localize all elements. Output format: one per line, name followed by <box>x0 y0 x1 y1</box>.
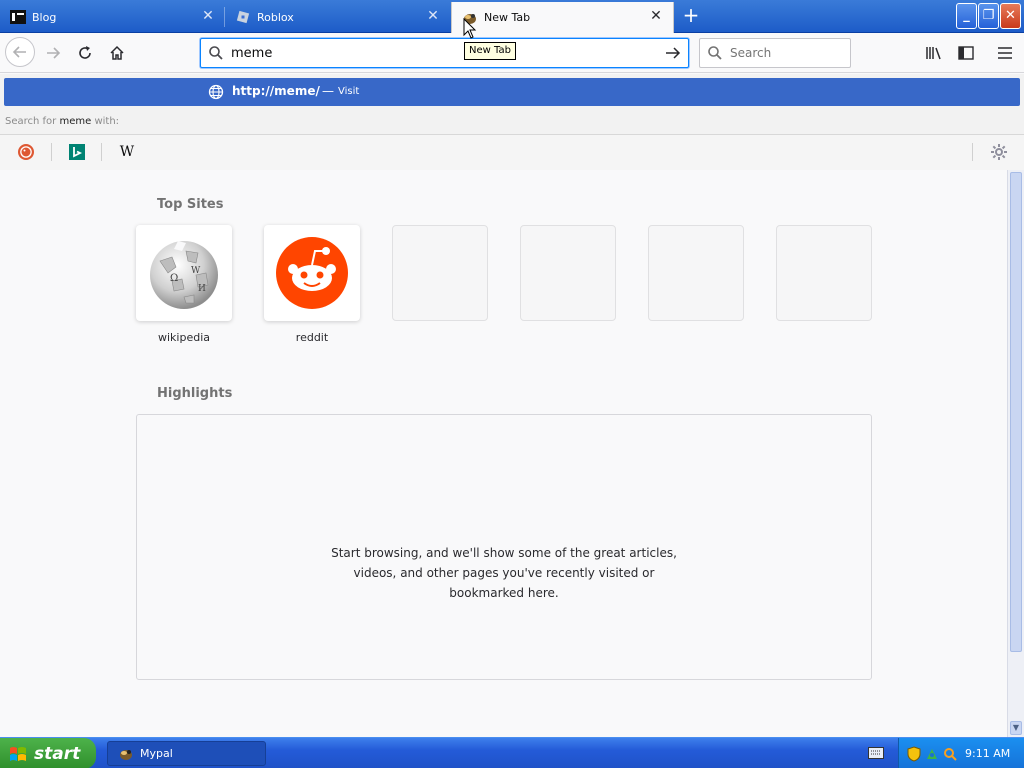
duckduckgo-engine-button[interactable] <box>15 141 37 163</box>
clock: 9:11 AM <box>965 747 1011 760</box>
start-label: start <box>34 743 81 764</box>
mypal-icon <box>120 749 132 760</box>
tab-new-tab[interactable]: New Tab ✕ <box>451 2 674 33</box>
arrow-left-icon <box>12 46 26 58</box>
top-site-placeholder <box>392 225 488 321</box>
vertical-scrollbar[interactable]: ▼ <box>1007 170 1024 737</box>
url-bar[interactable] <box>200 38 689 68</box>
reload-icon <box>79 46 91 59</box>
top-site-placeholder <box>648 225 744 321</box>
mouse-pointer-icon <box>463 18 477 39</box>
globe-icon <box>208 84 224 100</box>
library-button[interactable] <box>920 39 948 67</box>
search-icon <box>700 45 730 61</box>
back-button[interactable] <box>5 37 35 67</box>
blog-favicon-icon <box>10 9 26 25</box>
top-site-placeholder <box>776 225 872 321</box>
windows-logo-icon <box>10 746 26 761</box>
close-window-button[interactable]: ✕ <box>1000 3 1021 29</box>
svg-text:W: W <box>191 266 201 276</box>
svg-text:И: И <box>198 284 206 294</box>
bing-engine-button[interactable] <box>66 141 88 163</box>
tab-blog[interactable]: Blog ✕ <box>0 2 225 32</box>
url-input[interactable] <box>231 45 658 61</box>
tab-close-icon[interactable]: ✕ <box>426 9 440 23</box>
keyboard-icon[interactable] <box>868 747 884 759</box>
tab-title: Blog <box>32 10 57 24</box>
highlights-box: Start browsing, and we'll show some of t… <box>136 414 872 680</box>
search-input[interactable] <box>730 46 840 60</box>
menu-button[interactable] <box>991 39 1019 67</box>
popup-visit-row[interactable]: http://meme/ — Visit <box>4 78 1020 106</box>
arrow-right-icon <box>47 47 61 59</box>
library-icon <box>926 47 941 60</box>
forward-button[interactable] <box>39 39 67 67</box>
tab-roblox[interactable]: Roblox ✕ <box>225 2 450 32</box>
tab-tooltip: New Tab <box>464 42 516 60</box>
taskbar-item-mypal[interactable]: Mypal <box>107 741 266 766</box>
tab-strip: Blog ✕ Roblox ✕ New Tab ✕ + _ ❐ ✕ <box>0 0 1024 33</box>
one-off-search-engines: W <box>0 134 1024 170</box>
top-sites-title: Top Sites <box>157 197 224 212</box>
popup-visit-label: Visit <box>338 86 360 97</box>
wikipedia-w-icon: W <box>119 144 135 160</box>
urlbar-popup: http://meme/ — Visit Search for meme wit… <box>0 74 1024 170</box>
start-button[interactable]: start <box>0 738 96 768</box>
go-arrow-icon[interactable] <box>658 45 688 61</box>
system-tray: 9:11 AM <box>898 738 1024 768</box>
tab-title: New Tab <box>484 11 531 24</box>
search-tray-icon[interactable] <box>943 747 957 761</box>
search-settings-button[interactable] <box>988 141 1010 163</box>
search-bar[interactable] <box>699 38 851 68</box>
sidebar-icon <box>958 46 974 60</box>
plus-icon: + <box>682 3 700 27</box>
security-shield-icon[interactable] <box>907 745 921 762</box>
search-icon <box>201 45 231 61</box>
top-site-tile[interactable]: Ω W И <box>136 225 232 321</box>
duckduckgo-icon <box>18 144 34 160</box>
tab-close-icon[interactable]: ✕ <box>201 9 215 23</box>
wikipedia-engine-button[interactable]: W <box>116 141 138 163</box>
popup-dash: — <box>322 84 334 98</box>
close-icon: ✕ <box>1005 8 1016 23</box>
top-site-label: reddit <box>295 331 329 344</box>
sidebar-button[interactable] <box>952 39 980 67</box>
highlights-title: Highlights <box>157 386 233 401</box>
restore-icon: ❐ <box>982 8 995 23</box>
scrollbar-thumb[interactable] <box>1010 172 1022 652</box>
new-tab-page: Top Sites Ω W И wikipedia reddit Highlig… <box>0 170 1007 737</box>
top-site-tile[interactable] <box>264 225 360 321</box>
taskbar-item-label: Mypal <box>140 747 173 760</box>
new-tab-button[interactable]: + <box>680 5 702 27</box>
highlights-empty-message: Start browsing, and we'll show some of t… <box>331 546 677 600</box>
tab-title: Roblox <box>257 10 294 24</box>
restore-button[interactable]: ❐ <box>978 3 999 29</box>
search-for-label: Search for meme with: <box>5 116 120 127</box>
minimize-icon: _ <box>963 8 970 23</box>
bing-icon <box>69 144 85 160</box>
network-icon[interactable] <box>925 747 939 761</box>
home-button[interactable] <box>103 39 131 67</box>
gear-icon <box>991 144 1007 160</box>
wikipedia-globe-icon: Ω W И <box>150 241 218 309</box>
tab-close-icon[interactable]: ✕ <box>649 9 663 23</box>
popup-url: http://meme/ <box>232 84 320 98</box>
taskbar: start Mypal 9:11 AM <box>0 737 1024 768</box>
home-icon <box>110 45 124 60</box>
reddit-alien-icon <box>276 237 348 309</box>
top-site-placeholder <box>520 225 616 321</box>
top-site-label: wikipedia <box>157 331 210 344</box>
reload-button[interactable] <box>71 39 99 67</box>
scroll-down-arrow-icon[interactable]: ▼ <box>1010 721 1022 735</box>
hamburger-menu-icon <box>998 47 1012 59</box>
svg-text:Ω: Ω <box>170 273 178 284</box>
roblox-favicon-icon <box>235 9 251 25</box>
minimize-button[interactable]: _ <box>956 3 977 29</box>
